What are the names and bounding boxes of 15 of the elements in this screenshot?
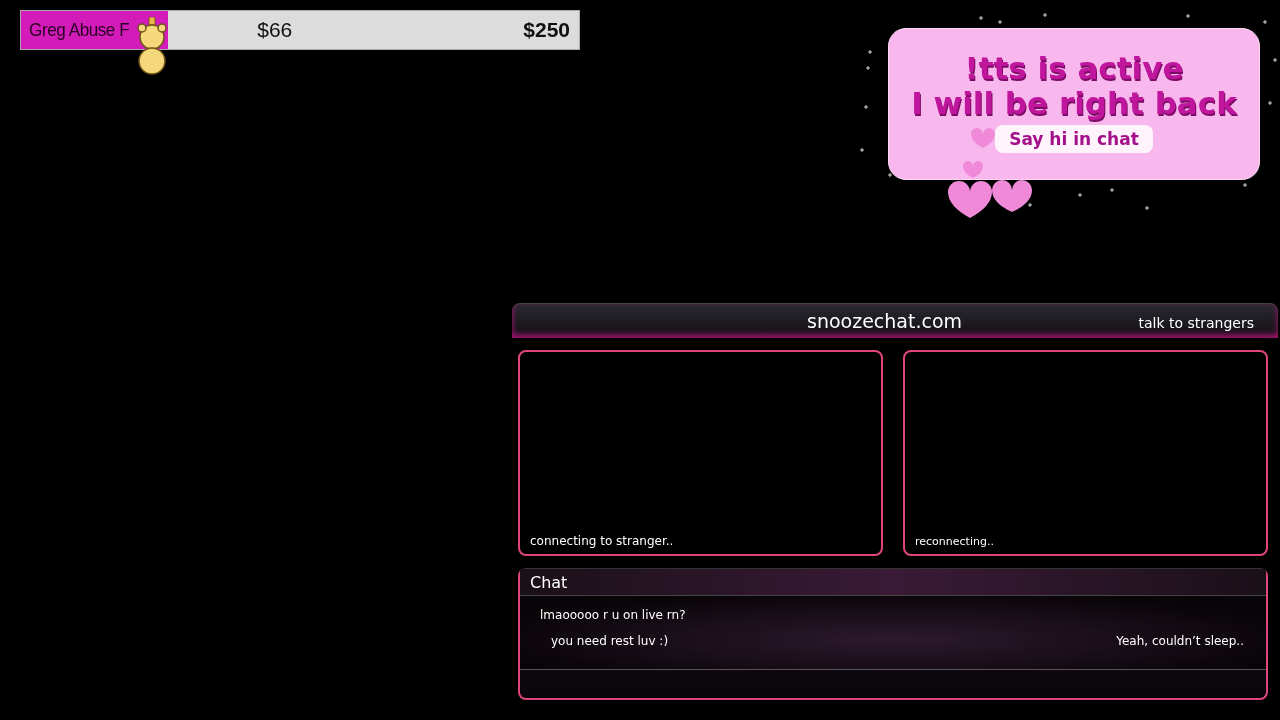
video-status: connecting to stranger.. <box>530 534 674 548</box>
brb-heading: !tts is active <box>964 51 1184 86</box>
goal-current-amount: $66 <box>257 18 293 42</box>
say-hi-badge: Say hi in chat <box>995 125 1153 153</box>
bear-icon <box>135 17 170 75</box>
goal-label: Greg Abuse F <box>28 19 130 41</box>
site-title: snoozechat.com <box>807 310 963 332</box>
chat-message: lmaooooo r u on live rn? <box>540 608 686 622</box>
chat-message: Yeah, couldn’t sleep.. <box>1116 634 1244 648</box>
chat-message: you need rest luv :) <box>551 634 669 648</box>
chat-title: Chat <box>530 572 568 592</box>
goal-target-amount: $250 <box>523 18 571 42</box>
tagline: talk to strangers <box>1138 314 1255 331</box>
video-status: reconnecting.. <box>915 535 994 548</box>
brb-heading: I will be right back <box>911 86 1237 121</box>
